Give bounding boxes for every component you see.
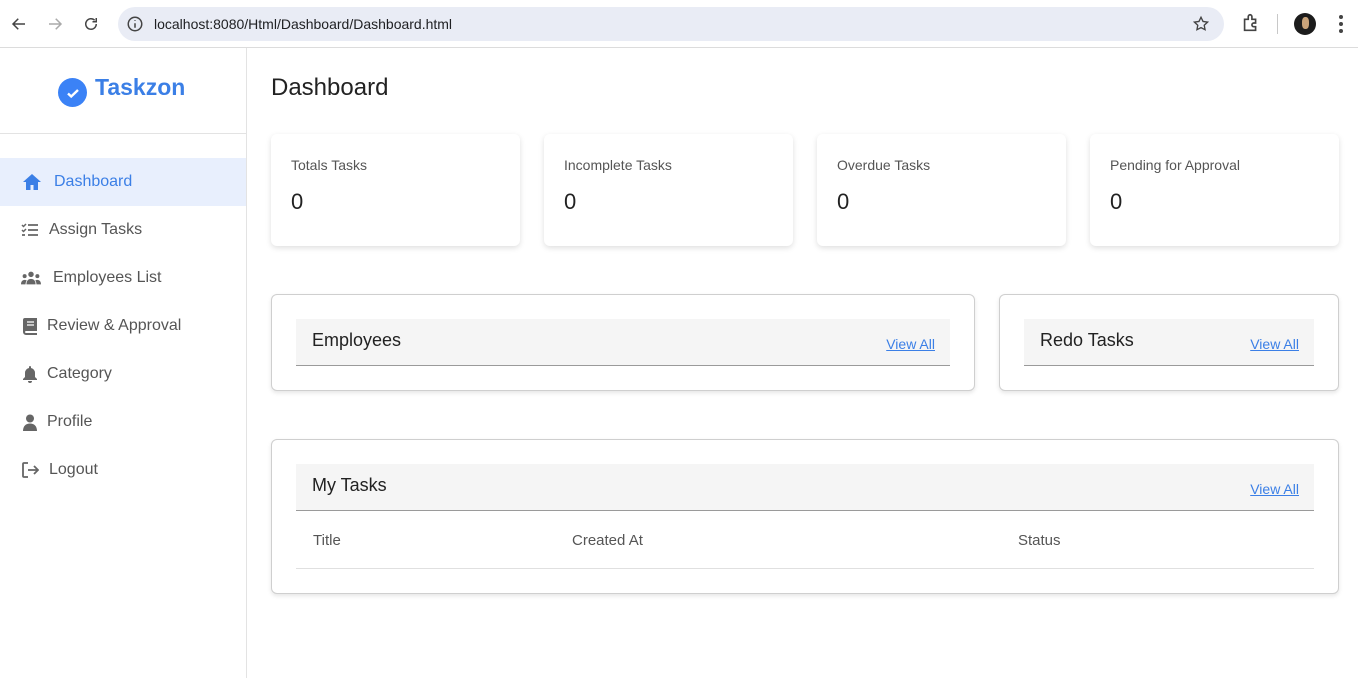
panel-title: Redo Tasks [1040, 330, 1134, 350]
url-text[interactable]: localhost:8080/Html/Dashboard/Dashboard.… [154, 16, 452, 32]
sidebar-item-assign-tasks[interactable]: Assign Tasks [0, 206, 246, 254]
stat-card-pending-approval[interactable]: Pending for Approval 0 [1090, 134, 1339, 246]
users-icon [21, 268, 41, 288]
stat-card-incomplete-tasks[interactable]: Incomplete Tasks 0 [544, 134, 793, 246]
browser-toolbar: localhost:8080/Html/Dashboard/Dashboard.… [0, 0, 1358, 48]
reload-button[interactable] [77, 10, 105, 38]
sidebar-item-label: Dashboard [54, 173, 133, 190]
stat-card-overdue-tasks[interactable]: Overdue Tasks 0 [817, 134, 1066, 246]
check-circle-icon [58, 78, 87, 107]
stat-value: 0 [1110, 189, 1123, 214]
arrow-right-icon [49, 18, 63, 30]
info-icon[interactable] [126, 15, 144, 33]
stat-label: Totals Tasks [291, 157, 367, 173]
brand[interactable]: Taskzon [0, 48, 246, 134]
panel-title: My Tasks [312, 475, 387, 495]
stat-card-total-tasks[interactable]: Totals Tasks 0 [271, 134, 520, 246]
sidebar-item-label: Logout [49, 461, 98, 478]
employees-view-all-link[interactable]: View All [886, 336, 935, 352]
sidebar-item-logout[interactable]: Logout [0, 446, 246, 494]
bell-icon [20, 364, 40, 384]
sidebar-item-dashboard[interactable]: Dashboard [0, 158, 246, 206]
stat-value: 0 [837, 189, 850, 214]
my-tasks-panel: My Tasks View All Title Created At Statu… [271, 439, 1339, 594]
redo-view-all-link[interactable]: View All [1250, 336, 1299, 352]
user-icon [20, 412, 40, 432]
stat-label: Pending for Approval [1110, 157, 1240, 173]
panel-header: Employees View All [296, 319, 950, 366]
bookmark-star-icon[interactable] [1192, 15, 1210, 33]
column-header-status: Status [1018, 532, 1061, 549]
column-header-title: Title [313, 532, 341, 549]
panel-header: My Tasks View All [296, 464, 1314, 511]
sidebar-item-label: Employees List [53, 269, 162, 286]
sidebar-item-label: Assign Tasks [49, 221, 143, 238]
sidebar-item-profile[interactable]: Profile [0, 398, 246, 446]
table-header-divider [296, 568, 1314, 569]
home-icon [22, 172, 42, 192]
back-button[interactable] [5, 10, 33, 38]
sidebar: Taskzon Dashboard Assign Tasks Employees… [0, 48, 247, 678]
sidebar-item-label: Profile [47, 413, 93, 430]
redo-tasks-panel: Redo Tasks View All [999, 294, 1339, 391]
stat-value: 0 [291, 189, 304, 214]
tasks-view-all-link[interactable]: View All [1250, 481, 1299, 497]
profile-avatar[interactable] [1294, 13, 1316, 35]
stat-value: 0 [564, 189, 577, 214]
arrow-left-icon [11, 18, 25, 30]
stat-label: Overdue Tasks [837, 157, 931, 173]
sidebar-item-label: Review & Approval [47, 317, 182, 334]
sidebar-item-review-approval[interactable]: Review & Approval [0, 302, 246, 350]
sidebar-item-category[interactable]: Category [0, 350, 246, 398]
brand-name: Taskzon [95, 74, 186, 100]
forward-button[interactable] [41, 10, 69, 38]
panel-header: Redo Tasks View All [1024, 319, 1314, 366]
sidebar-item-employees-list[interactable]: Employees List [0, 254, 246, 302]
employees-panel: Employees View All [271, 294, 975, 391]
sidebar-item-label: Category [47, 365, 112, 382]
stat-label: Incomplete Tasks [564, 157, 672, 173]
task-list-icon [20, 220, 40, 240]
panel-title: Employees [312, 330, 402, 350]
reload-icon [85, 18, 97, 30]
book-icon [20, 316, 40, 336]
extensions-icon[interactable] [1240, 12, 1262, 34]
page-title: Dashboard [271, 74, 389, 101]
toolbar-divider [1277, 14, 1278, 34]
address-bar[interactable]: localhost:8080/Html/Dashboard/Dashboard.… [118, 7, 1224, 41]
logout-icon [20, 460, 40, 480]
more-menu-icon[interactable] [1331, 13, 1351, 35]
column-header-created-at: Created At [572, 532, 643, 549]
